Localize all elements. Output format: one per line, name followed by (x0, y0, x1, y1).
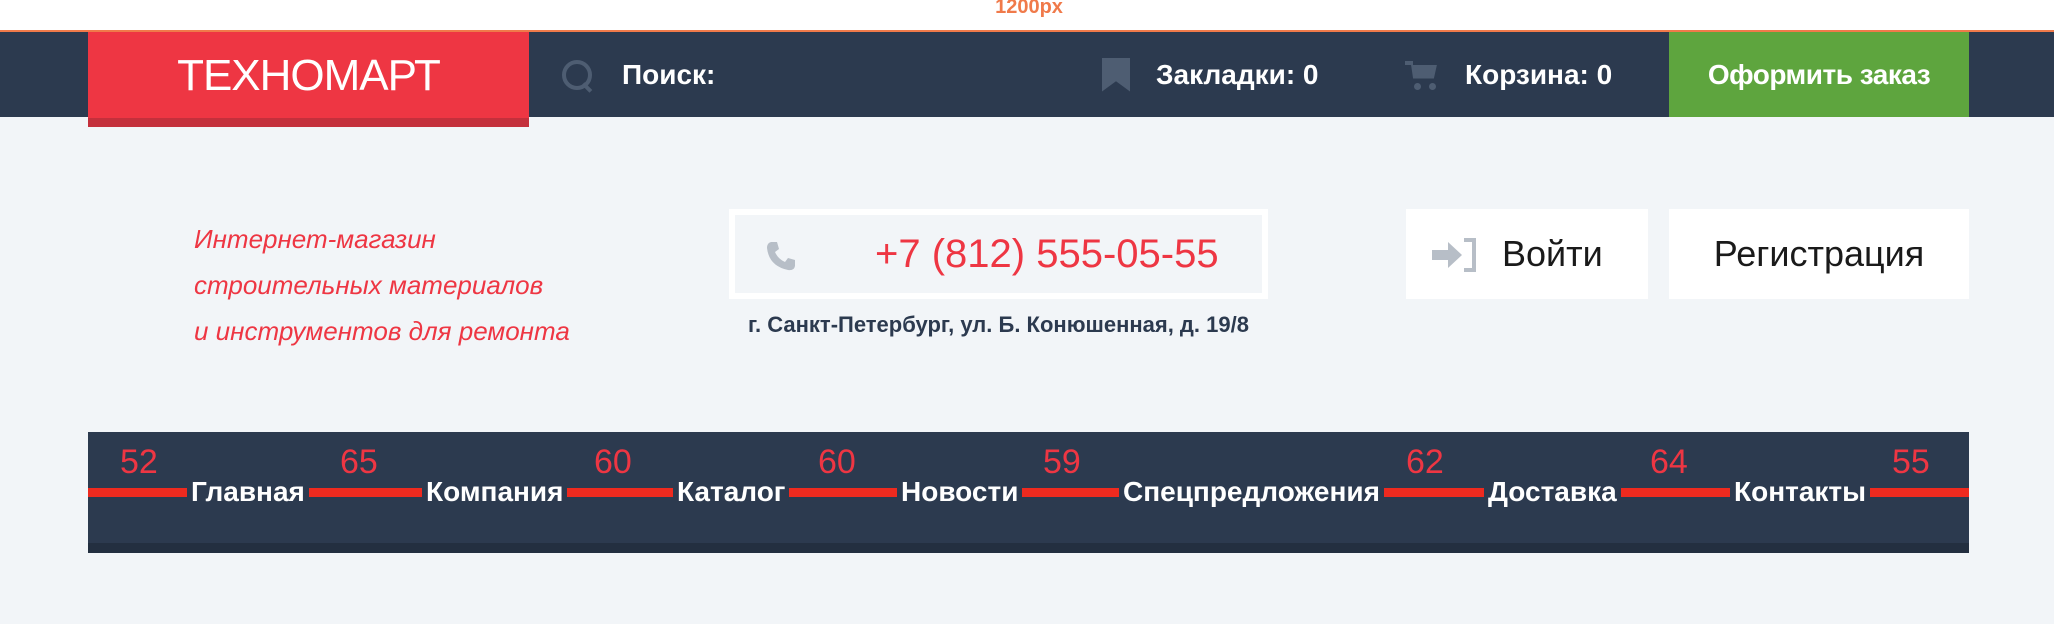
checkout-button[interactable]: Оформить заказ (1669, 32, 1969, 117)
gap-label: 60 (594, 443, 632, 481)
tagline-line: строительных материалов (194, 270, 544, 300)
gap-label: 65 (340, 443, 378, 481)
gap-label: 59 (1043, 443, 1081, 481)
nav-item-special-offers[interactable]: Спецпредложения (1119, 472, 1384, 512)
gap-label: 62 (1406, 443, 1444, 481)
phone-number[interactable]: +7 (812) 555-05-55 (875, 215, 1219, 293)
nav-item-company[interactable]: Компания (422, 472, 568, 512)
phone-icon (767, 242, 795, 271)
nav-item-delivery[interactable]: Доставка (1484, 472, 1621, 512)
spacing-guide-line (88, 488, 1969, 497)
tagline-line: Интернет-магазин (194, 224, 436, 254)
gap-label: 52 (120, 443, 158, 481)
measurement-ruler: 1200px (0, 0, 2054, 35)
search-icon (560, 58, 594, 92)
gap-label: 60 (818, 443, 856, 481)
store-tagline: Интернет-магазин строительных материалов… (194, 216, 570, 354)
bookmark-icon (1102, 57, 1130, 92)
cart-label: Корзина: 0 (1465, 58, 1613, 90)
nav-item-catalog[interactable]: Каталог (673, 472, 790, 512)
nav-item-home[interactable]: Главная (187, 472, 309, 512)
login-label: Войти (1502, 233, 1603, 274)
bookmarks-label: Закладки: 0 (1156, 58, 1319, 90)
tagline-line: и инструментов для ремонта (194, 316, 570, 346)
register-button[interactable]: Регистрация (1669, 209, 1969, 299)
cart-icon (1405, 59, 1439, 91)
bookmarks-link[interactable]: Закладки: 0 (1102, 32, 1319, 117)
cart-link[interactable]: Корзина: 0 (1405, 32, 1612, 117)
login-icon (1432, 236, 1476, 272)
phone-box: +7 (812) 555-05-55 (729, 209, 1268, 299)
ruler-label: 1200px (995, 0, 1063, 18)
site-logo[interactable]: ТЕХНОМАРТ (88, 32, 529, 127)
nav-item-contacts[interactable]: Контакты (1730, 472, 1871, 512)
gap-label: 55 (1892, 443, 1930, 481)
login-button[interactable]: Войти (1406, 209, 1648, 299)
search-label: Поиск: (622, 58, 716, 90)
nav-item-news[interactable]: Новости (897, 472, 1023, 512)
store-address: г. Санкт-Петербург, ул. Б. Конюшенная, д… (748, 312, 1249, 337)
gap-label: 64 (1650, 443, 1688, 481)
search-field[interactable]: Поиск: (560, 32, 715, 117)
main-nav: 52 Главная 65 Компания 60 Каталог 60 Нов… (88, 432, 1969, 553)
